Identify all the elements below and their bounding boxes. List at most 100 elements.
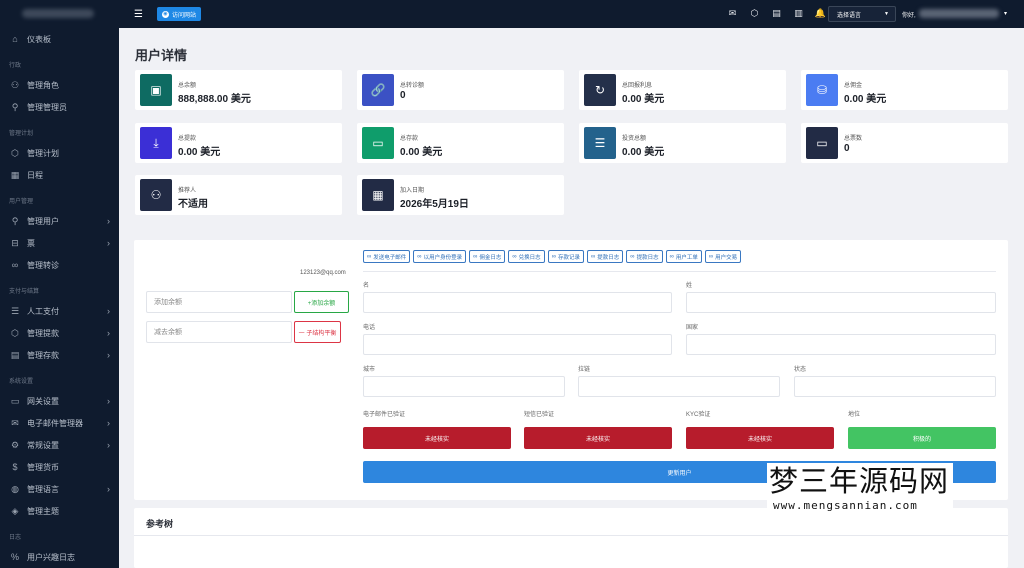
chevron-right-icon: ›	[107, 440, 110, 450]
state-label: 状态	[794, 367, 807, 373]
group-icon: ⚇	[140, 179, 172, 211]
stat-label: 总转诊额	[400, 83, 425, 89]
stat-card: ⚇ 推荐人 不适用	[135, 175, 342, 215]
status-label: 地位	[848, 412, 861, 418]
action-tab[interactable]: ∞ 用户工单	[665, 250, 702, 263]
chevron-right-icon: ›	[107, 328, 110, 338]
sidebar-item[interactable]: % 用户兴趣日志	[0, 546, 119, 568]
box-icon[interactable]: ⬡	[749, 8, 760, 19]
subtract-balance-placeholder: 减去余额	[154, 329, 182, 336]
chevron-right-icon: ›	[107, 350, 110, 360]
user-detail-panel: 123123@qq.com 添加余额 +添加余额 减去余额 一 子结构平衡 ∞ 发…	[134, 240, 1008, 500]
sidebar-item[interactable]: ⌂ 仪表板	[0, 28, 119, 50]
sms-verified-toggle[interactable]: 未经核实	[524, 427, 672, 449]
globe-icon: ◉	[161, 10, 169, 18]
sidebar-item[interactable]: ▤ 管理存款 ›	[0, 344, 119, 366]
sidebar-item[interactable]: ▦ 日程	[0, 164, 119, 186]
kyc-verified-toggle[interactable]: 未经核实	[686, 427, 834, 449]
username-blurred[interactable]	[919, 9, 999, 18]
state-input[interactable]	[794, 376, 996, 397]
brand-logo[interactable]	[0, 0, 119, 28]
sidebar-item-label: 管理转诊	[27, 260, 59, 270]
sidebar-item[interactable]: ⬡ 管理提款 ›	[0, 322, 119, 344]
user-email: 123123@qq.com	[300, 270, 346, 276]
wallet-icon: ▣	[140, 74, 172, 106]
email-verified-toggle[interactable]: 未经核实	[363, 427, 511, 449]
sidebar-item-label: 管理存款	[27, 350, 59, 360]
stat-label: 投资总额	[622, 136, 647, 142]
watermark-title: 梦三年源码网	[769, 464, 950, 498]
visit-site-label: 访问网站	[171, 12, 196, 19]
database-icon: ☰	[10, 305, 20, 316]
last-name-input[interactable]	[686, 292, 996, 313]
stat-card: ▭ 总票数 0	[801, 123, 1008, 163]
stat-value: 不适用	[178, 199, 208, 210]
stat-card: ▣ 总余额 888,888.00 美元	[135, 70, 342, 110]
action-tab[interactable]: ∞ 兑换日志	[508, 250, 545, 263]
action-tab[interactable]: ∞ 存款记录	[547, 250, 584, 263]
sidebar-item[interactable]: ◍ 管理语言 ›	[0, 478, 119, 500]
sidebar-item[interactable]: ✉ 电子邮件管理器 ›	[0, 412, 119, 434]
sidebar-item-label: 日程	[27, 170, 43, 180]
bell-icon[interactable]: 🔔	[815, 8, 826, 19]
subtract-balance-input[interactable]: 减去余额	[146, 321, 292, 343]
sidebar-item[interactable]: $ 管理货币	[0, 456, 119, 478]
country-select[interactable]	[686, 334, 996, 355]
stat-card: ⛁ 总佣金 0.00 美元	[801, 70, 1008, 110]
sidebar-item[interactable]: ⚇ 管理角色	[0, 74, 119, 96]
action-tab[interactable]: ∞ 佣金日志	[469, 250, 506, 263]
link-icon: ∞	[367, 253, 372, 260]
stat-label: 总存款	[400, 136, 419, 142]
phone-input[interactable]	[363, 334, 672, 355]
file-icon[interactable]: ▤	[771, 8, 782, 19]
action-tab[interactable]: ∞ 发送电子邮件	[363, 250, 411, 263]
phone-label: 电话	[363, 325, 376, 331]
coins-icon: ⛁	[806, 74, 838, 106]
sidebar-nav: ⌂ 仪表板 行政 ⚇ 管理角色 ⚲ 管理管理员 管理计划 ⬡ 管理计划 ▦ 日程 用户管理 ⚲ 管理用户 › ⊟…	[0, 28, 119, 568]
stat-label: 加入日期	[400, 188, 425, 194]
sidebar-section-title: 支付与结算	[9, 289, 40, 295]
visit-site-button[interactable]: ◉ 访问网站	[156, 7, 201, 21]
user-menu-chevron-icon[interactable]: ▾	[1004, 10, 1007, 17]
language-select[interactable]: 选择语言 ▼	[828, 6, 896, 22]
add-balance-button[interactable]: +添加余额	[294, 291, 349, 313]
sidebar-item[interactable]: ⬡ 管理计划	[0, 142, 119, 164]
watermark: 梦三年源码网 www.mengsannian.com	[767, 463, 953, 515]
inbox-icon: ⊟	[11, 237, 19, 248]
status-toggle[interactable]: 积极的	[848, 427, 996, 449]
sidebar-item[interactable]: ▭ 网关设置 ›	[0, 390, 119, 412]
email-verified-label: 电子邮件已验证	[363, 412, 406, 418]
sidebar-item-label: 常规设置	[27, 440, 59, 450]
sidebar-item[interactable]: ◈ 管理主题	[0, 500, 119, 522]
city-input[interactable]	[363, 376, 565, 397]
sidebar-item[interactable]: ☰ 人工支付 ›	[0, 300, 119, 322]
sidebar-section-title: 管理计划	[9, 131, 34, 137]
stat-value: 0.00 美元	[622, 94, 665, 105]
action-tab[interactable]: ∞ 提款日志	[626, 250, 663, 263]
add-balance-input[interactable]: 添加余额	[146, 291, 292, 313]
sidebar-item[interactable]: ⊟ 票 ›	[0, 232, 119, 254]
link-icon: ∞	[630, 253, 635, 260]
chevron-right-icon: ›	[107, 306, 110, 316]
sidebar-item[interactable]: ⚲ 管理管理员	[0, 96, 119, 118]
mail-icon[interactable]: ✉	[727, 8, 738, 19]
menu-icon[interactable]: ☰	[134, 9, 143, 20]
sidebar-item[interactable]: ⚙ 常规设置 ›	[0, 434, 119, 456]
sidebar-item-label: 电子邮件管理器	[27, 418, 83, 428]
stat-value: 2026年5月19日	[400, 199, 469, 210]
card-icon: ▭	[362, 127, 394, 159]
action-tab[interactable]: ∞ 提款日志	[586, 250, 624, 263]
sidebar-item-label: 网关设置	[27, 396, 59, 406]
sidebar-item-label: 仪表板	[27, 34, 51, 44]
refresh-icon: ↻	[584, 74, 616, 106]
zip-input[interactable]	[578, 376, 780, 397]
action-tab[interactable]: ∞ 以用户身份登录	[413, 250, 467, 263]
action-tab[interactable]: ∞ 用户交易	[704, 250, 742, 263]
subtract-balance-button[interactable]: 一 子结构平衡	[294, 321, 341, 343]
sidebar-item-label: 管理货币	[27, 462, 59, 472]
sidebar-item[interactable]: ∞ 管理转诊	[0, 254, 119, 276]
sidebar-item[interactable]: ⚲ 管理用户 ›	[0, 210, 119, 232]
first-name-input[interactable]	[363, 292, 672, 313]
sidebar: ⌂ 仪表板 行政 ⚇ 管理角色 ⚲ 管理管理员 管理计划 ⬡ 管理计划 ▦ 日程 用户管理 ⚲ 管理用户 › ⊟…	[0, 0, 119, 568]
columns-icon[interactable]: ▥	[793, 8, 804, 19]
